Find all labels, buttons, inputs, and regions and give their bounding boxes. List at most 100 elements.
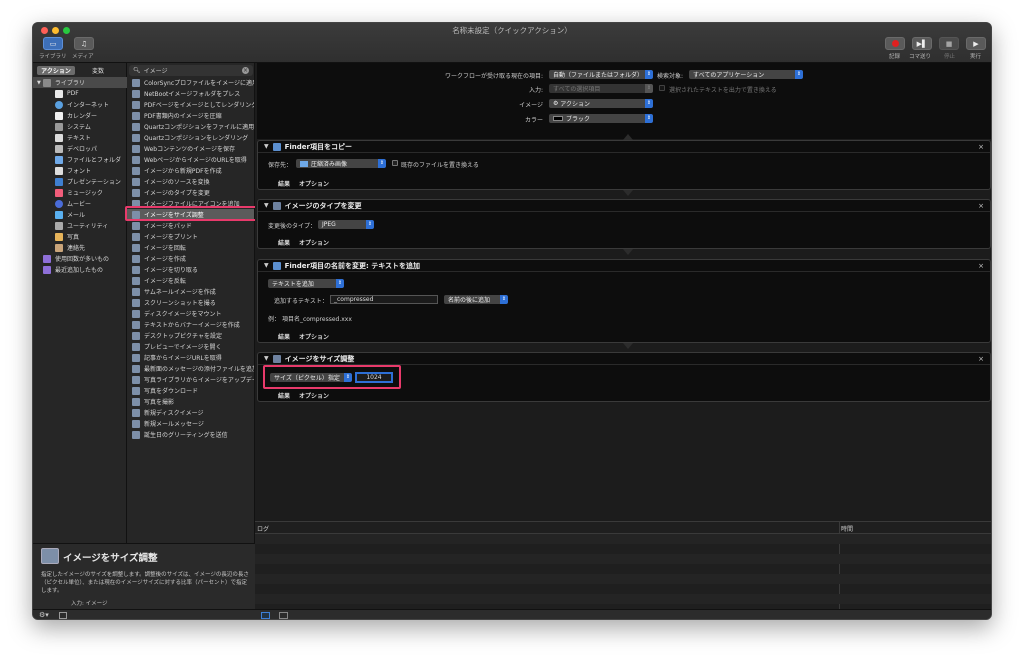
library-toggle-button[interactable]: ▭ [43,37,63,50]
library-item-mail[interactable]: メール [33,209,127,220]
description-toggle-icon[interactable] [59,612,67,619]
library-item-system[interactable]: システム [33,121,127,132]
library-item-internet[interactable]: インターネット [33,99,127,110]
action-item[interactable]: イメージをプリント [127,231,254,242]
input-popup[interactable]: すべての選択項目 ⇕ [549,84,653,93]
replace-existing-checkbox[interactable] [392,160,398,166]
action-item[interactable]: イメージを作成 [127,253,254,264]
add-text-field[interactable]: _compressed [330,295,438,304]
image-popup[interactable]: ⚙︎ アクション ⇕ [549,99,653,108]
replace-text-checkbox[interactable] [659,85,665,91]
action-item[interactable]: イメージから新規PDFを作成 [127,165,254,176]
action-item[interactable]: PDF書類内のイメージを圧縮 [127,110,254,121]
search-target-popup[interactable]: すべてのアプリケーション ⇕ [689,70,803,79]
library-item-utilities[interactable]: ユーティリティ [33,220,127,231]
library-item-developer[interactable]: デベロッパ [33,143,127,154]
action-item[interactable]: NetBootイメージフォルダをプレス [127,88,254,99]
action-item[interactable]: 新規メールメッセージ [127,418,254,429]
action-item[interactable]: イメージを切り取る [127,264,254,275]
library-root[interactable]: ▼ ライブラリ [33,77,127,88]
close-icon[interactable]: × [978,143,984,151]
block-header[interactable]: ▼ Finder項目の名前を変更: テキストを追加 [258,260,990,272]
run-button[interactable]: ▶ [966,37,986,50]
image-label: イメージ [519,102,543,109]
library-item-music[interactable]: ミュージック [33,187,127,198]
block-header[interactable]: ▼ イメージをサイズ調整 [258,353,990,365]
library-item-files-folders[interactable]: ファイルとフォルダ [33,154,127,165]
action-item[interactable]: サムネールイメージを作成 [127,286,254,297]
library-item-pdf[interactable]: PDF [33,88,127,99]
action-item[interactable]: イメージのソースを変換 [127,176,254,187]
save-to-popup[interactable]: 圧縮済み画像 ⇕ [296,159,386,168]
options-button[interactable]: オプション [299,179,329,188]
action-item[interactable]: 最新面のメッセージの添付ファイルを追加 [127,363,254,374]
clear-search-icon[interactable]: × [242,67,249,74]
action-label: プレビューでイメージを開く [144,344,222,351]
library-item-presentation[interactable]: プレゼンテーション [33,176,127,187]
options-button[interactable]: オプション [299,391,329,400]
action-item[interactable]: 記事からイメージURLを取得 [127,352,254,363]
action-item[interactable]: 写真を撮影 [127,396,254,407]
options-button[interactable]: オプション [299,332,329,341]
library-item-fonts[interactable]: フォント [33,165,127,176]
block-header[interactable]: ▼ Finder項目をコピー [258,141,990,153]
results-button[interactable]: 結果 [278,391,290,400]
action-label: Quartzコンポジションをファイルに適用 [144,124,255,131]
action-item[interactable]: Quartzコンポジションをファイルに適用 [127,121,255,132]
media-button[interactable]: ♫ [74,37,94,50]
split-view-icon[interactable] [279,612,288,619]
time-column-header[interactable]: 時間 [841,524,853,533]
action-item[interactable]: 写真ライブラリからイメージをアップデート [127,374,254,385]
library-item-text[interactable]: テキスト [33,132,127,143]
tab-actions[interactable]: アクション [37,66,75,75]
color-popup[interactable]: ブラック ⇕ [549,114,653,123]
action-item[interactable]: イメージを回転 [127,242,254,253]
library-item-most-used[interactable]: 使用回数が多いもの [33,253,127,264]
action-item[interactable]: テキストからバナーイメージを作成 [127,319,254,330]
gear-icon[interactable]: ⚙︎▾ [39,611,49,619]
block-header[interactable]: ▼ イメージのタイプを変更 [258,200,990,212]
action-item[interactable]: Quartzコンポジションをレンダリング [127,132,254,143]
options-button[interactable]: オプション [299,238,329,247]
action-item[interactable]: PDFページをイメージとしてレンダリング [127,99,254,110]
library-item-calendar[interactable]: カレンダー [33,110,127,121]
library-item-movies[interactable]: ムービー [33,198,127,209]
library-item-contacts[interactable]: 連絡先 [33,242,127,253]
replace-text-label: 選択されたテキストを出力で置き換える [669,87,777,94]
record-button[interactable] [885,37,905,50]
action-label: 新規メールメッセージ [144,421,204,428]
action-item[interactable]: 新規ディスクイメージ [127,407,254,418]
close-icon[interactable]: × [978,202,984,210]
close-icon[interactable]: × [978,355,984,363]
action-item[interactable]: プレビューでイメージを開く [127,341,254,352]
action-label: サムネールイメージを作成 [144,289,216,296]
position-popup[interactable]: 名前の後に追加 ⇕ [444,295,508,304]
action-item[interactable]: WebページからイメージのURLを取得 [127,154,254,165]
action-item[interactable]: デスクトップピクチャを設定 [127,330,254,341]
action-item[interactable]: イメージをパッド [127,220,254,231]
action-item[interactable]: イメージのタイプを変更 [127,187,254,198]
step-button[interactable]: ▶▌ [912,37,932,50]
rename-mode-popup[interactable]: テキストを追加 ⇕ [268,279,344,288]
receives-popup[interactable]: 自動（ファイルまたはフォルダ） ⇕ [549,70,653,79]
results-button[interactable]: 結果 [278,238,290,247]
library-item-photos[interactable]: 写真 [33,231,127,242]
results-button[interactable]: 結果 [278,332,290,341]
library-item-recently-added[interactable]: 最近追加したもの [33,264,127,275]
action-item[interactable]: Webコンテンツのイメージを保存 [127,143,254,154]
action-label: 新規ディスクイメージ [144,410,204,417]
action-item[interactable]: 写真をダウンロード [127,385,254,396]
search-input[interactable]: 🔍︎ イメージ × [129,65,253,76]
action-item[interactable]: ColorSyncプロファイルをイメージに適用 [127,77,254,88]
action-item[interactable]: スクリーンショットを撮る [127,297,254,308]
stop-button[interactable]: ■ [939,37,959,50]
action-item[interactable]: 誕生日のグリーティングを送信 [127,429,254,440]
log-column-header[interactable]: ログ [257,524,269,533]
type-popup[interactable]: JPEG ⇕ [318,220,374,229]
action-item[interactable]: イメージを反転 [127,275,254,286]
results-button[interactable]: 結果 [278,179,290,188]
action-item[interactable]: ディスクイメージをマウント [127,308,254,319]
close-icon[interactable]: × [978,262,984,270]
tab-variables[interactable]: 変数 [79,66,117,75]
workflow-view-icon[interactable] [261,612,270,619]
